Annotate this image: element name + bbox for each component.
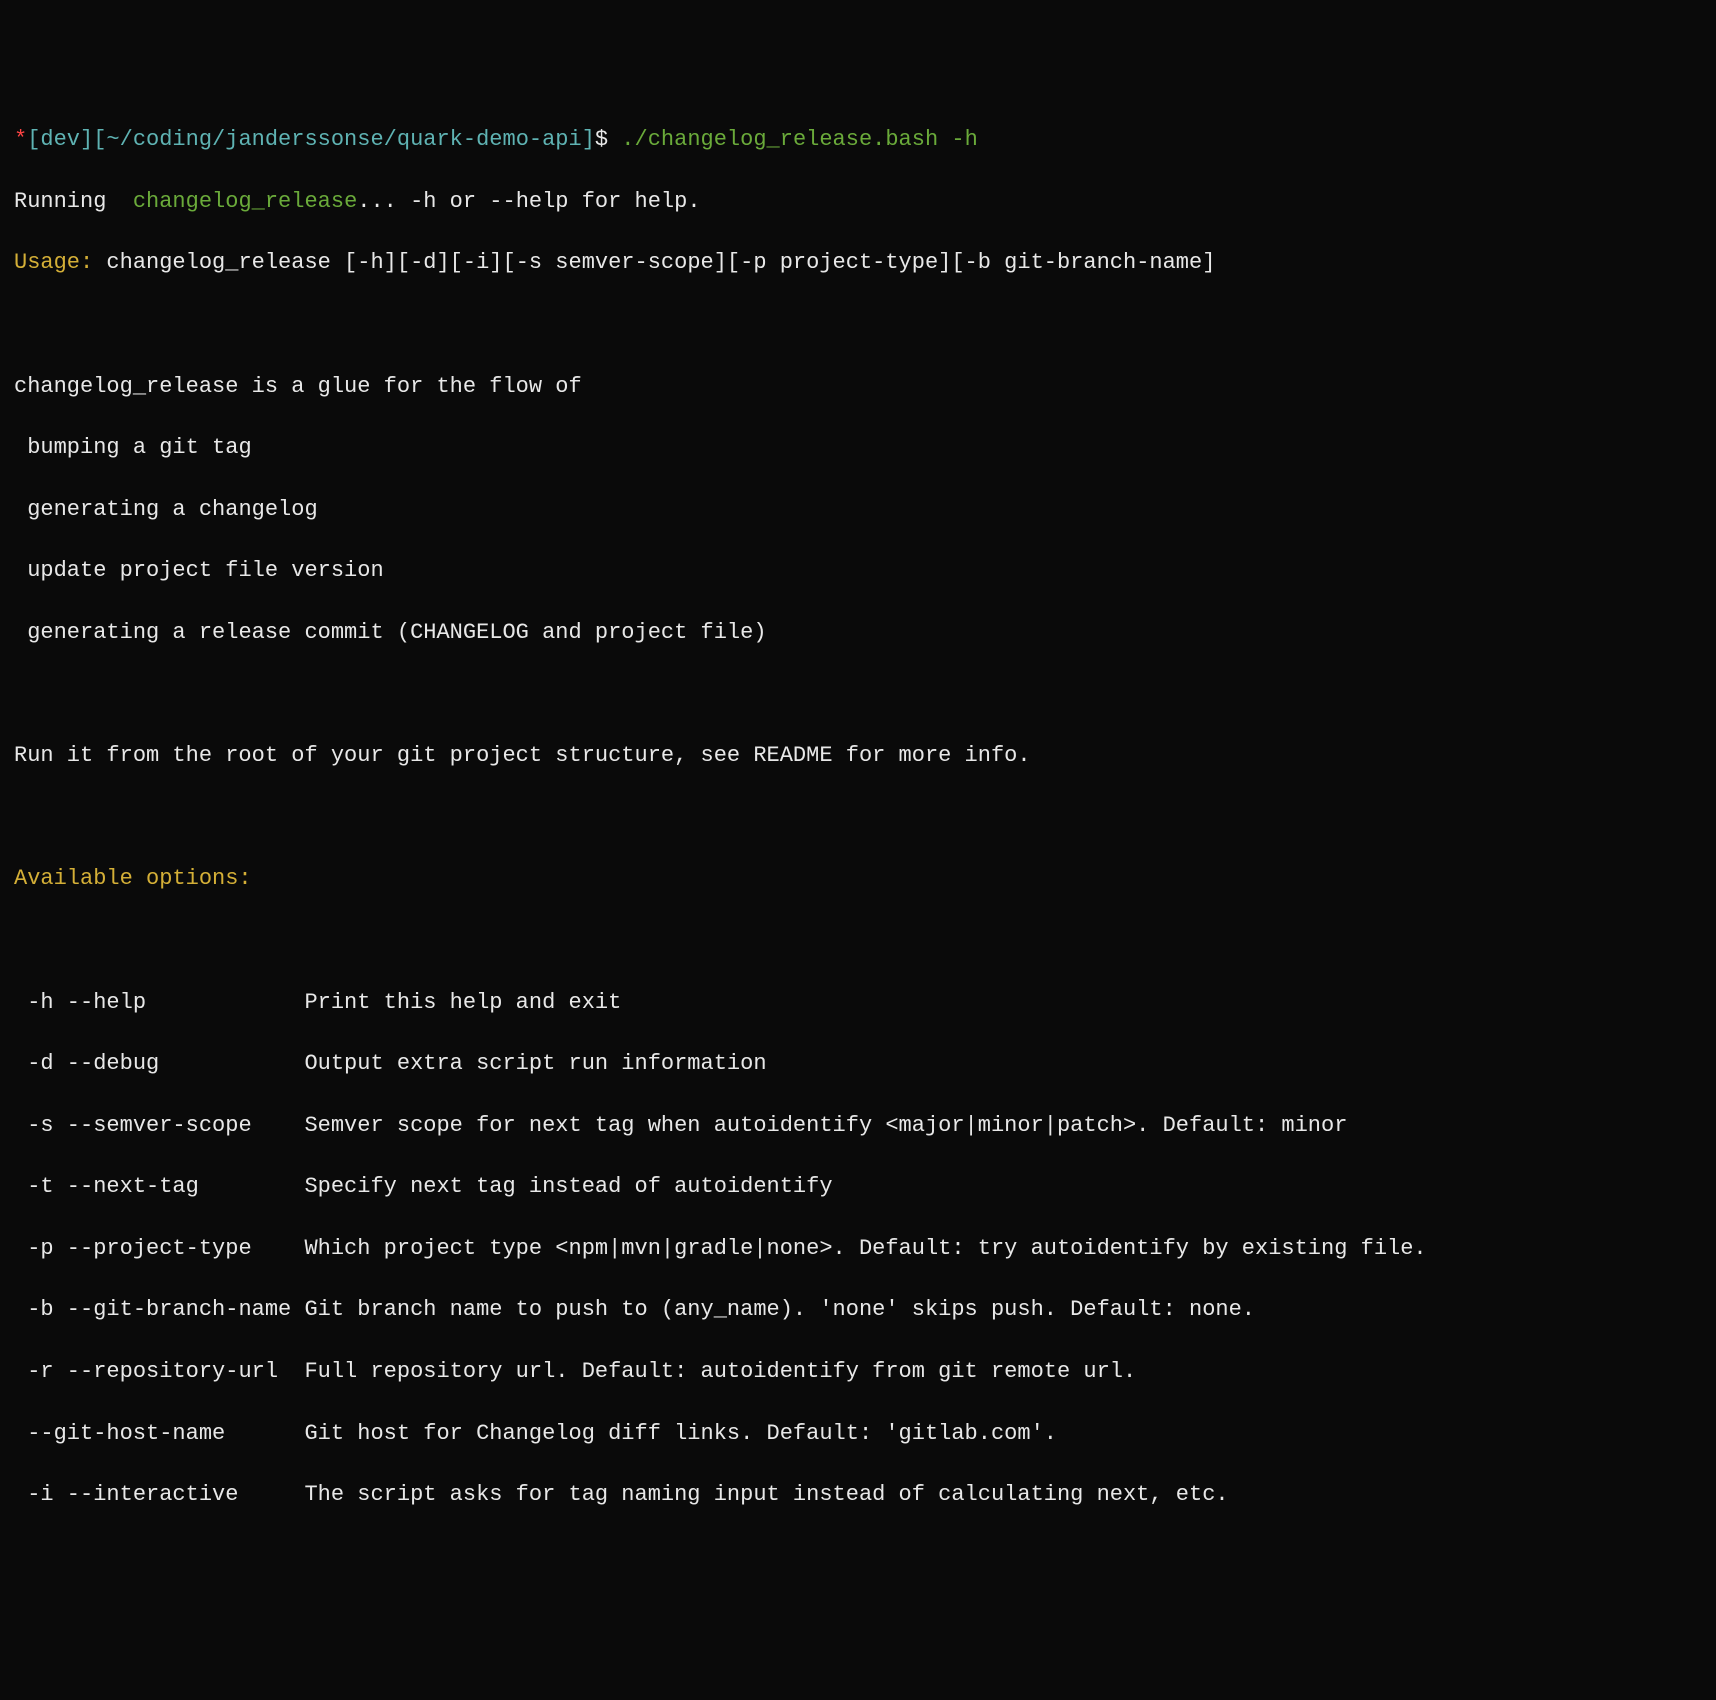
blank-line — [14, 310, 1702, 341]
running-suffix: ... -h or --help for help. — [357, 189, 700, 214]
blank-line — [14, 680, 1702, 711]
running-script: changelog_release — [133, 189, 357, 214]
option-debug: -d --debug Output extra script run infor… — [14, 1049, 1702, 1080]
options-header: Available options: — [14, 864, 1702, 895]
option-repository-url: -r --repository-url Full repository url.… — [14, 1357, 1702, 1388]
running-prefix: Running — [14, 189, 133, 214]
blank-line — [14, 1542, 1702, 1573]
usage-label: Usage: — [14, 250, 93, 275]
description-item-2: generating a changelog — [14, 495, 1702, 526]
description-item-4: generating a release commit (CHANGELOG a… — [14, 618, 1702, 649]
blank-line — [14, 926, 1702, 957]
usage-text: changelog_release [-h][-d][-i][-s semver… — [93, 250, 1215, 275]
option-help: -h --help Print this help and exit — [14, 988, 1702, 1019]
prompt-path: [~/coding/janderssonse/quark-demo-api] — [93, 127, 595, 152]
prompt-env: [dev] — [27, 127, 93, 152]
option-semver-scope: -s --semver-scope Semver scope for next … — [14, 1111, 1702, 1142]
description-intro: changelog_release is a glue for the flow… — [14, 372, 1702, 403]
option-git-host-name: --git-host-name Git host for Changelog d… — [14, 1419, 1702, 1450]
option-project-type: -p --project-type Which project type <np… — [14, 1234, 1702, 1265]
option-next-tag: -t --next-tag Specify next tag instead o… — [14, 1172, 1702, 1203]
description-item-3: update project file version — [14, 556, 1702, 587]
running-line: Running changelog_release... -h or --hel… — [14, 187, 1702, 218]
option-interactive: -i --interactive The script asks for tag… — [14, 1480, 1702, 1511]
blank-line — [14, 803, 1702, 834]
description-footer: Run it from the root of your git project… — [14, 741, 1702, 772]
description-item-1: bumping a git tag — [14, 433, 1702, 464]
prompt-command: ./changelog_release.bash -h — [608, 127, 978, 152]
prompt-line[interactable]: *[dev][~/coding/janderssonse/quark-demo-… — [14, 125, 1702, 156]
usage-line: Usage: changelog_release [-h][-d][-i][-s… — [14, 248, 1702, 279]
prompt-dollar: $ — [595, 127, 608, 152]
prompt-asterisk: * — [14, 127, 27, 152]
option-git-branch-name: -b --git-branch-name Git branch name to … — [14, 1295, 1702, 1326]
